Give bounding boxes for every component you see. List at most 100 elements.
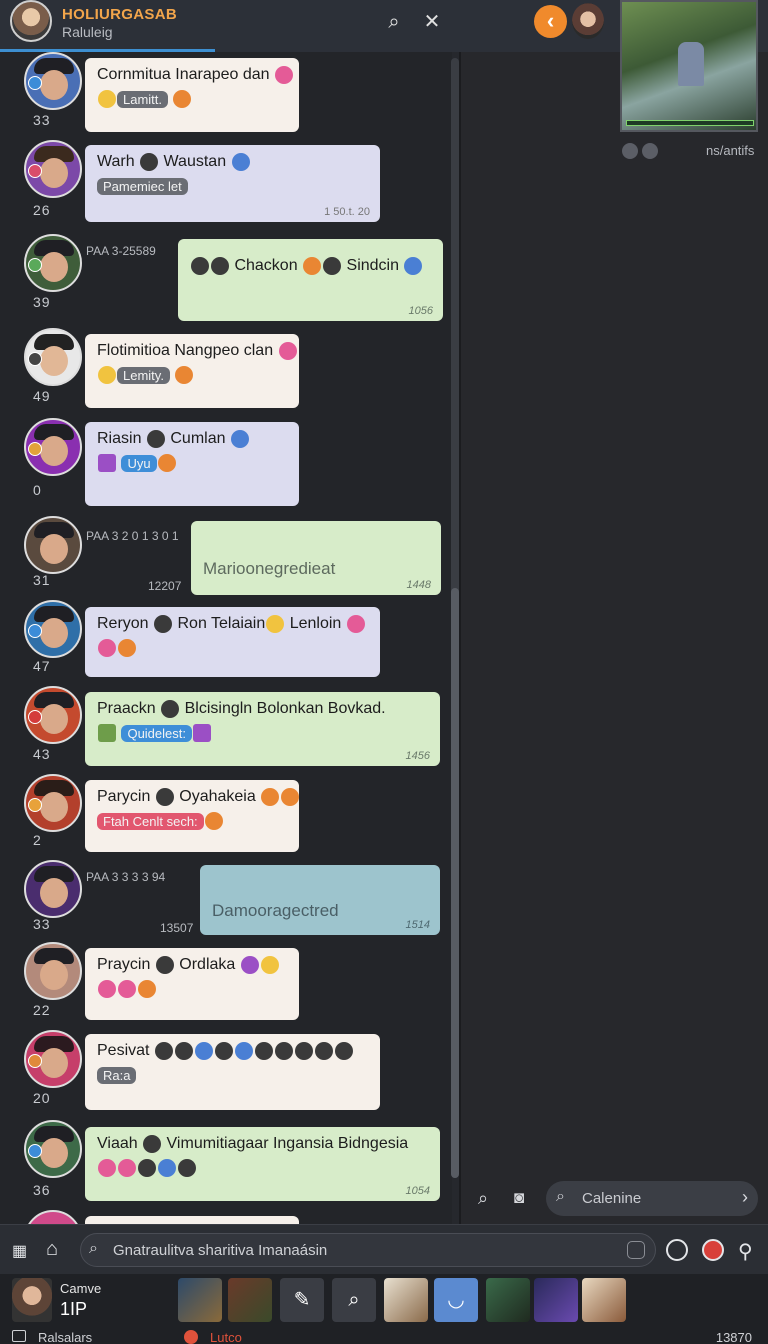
app-thumbnail[interactable] bbox=[228, 1278, 272, 1322]
message-bubble[interactable]: Parycin Oyahakeia Ftah Cenlt sech: bbox=[85, 780, 300, 852]
sender-avatar[interactable] bbox=[24, 600, 82, 658]
pen-icon[interactable]: ✎ bbox=[280, 1278, 324, 1322]
emoji-icon bbox=[118, 980, 136, 999]
message-bubble[interactable]: Cornmitua Inarapeo dan Lamitt. bbox=[85, 58, 299, 132]
emoji-icon bbox=[303, 257, 322, 275]
emoji-icon bbox=[98, 639, 116, 658]
emoji-icon bbox=[234, 1042, 253, 1060]
home-icon[interactable]: ⌂ bbox=[46, 1238, 58, 1261]
message-search-input[interactable]: ⌕ Gnatraulitva sharitiva Imanaásin bbox=[80, 1233, 656, 1267]
message-text: Vimumitiagaar Ingansia Bidngesia bbox=[166, 1135, 409, 1153]
close-icon[interactable]: ✕ bbox=[420, 10, 444, 34]
emoji-icon bbox=[334, 1042, 353, 1060]
back-button[interactable]: ‹ bbox=[534, 5, 567, 38]
chat-message-list[interactable]: 33 Cornmitua Inarapeo dan Lamitt. 26 War… bbox=[0, 52, 452, 1224]
message-text: Praycin bbox=[97, 956, 151, 974]
emoji-icon bbox=[154, 1042, 173, 1060]
sender-avatar[interactable] bbox=[24, 418, 82, 476]
emoji-icon bbox=[260, 956, 279, 974]
user-avatar[interactable] bbox=[572, 3, 604, 39]
sender-avatar[interactable] bbox=[24, 1120, 82, 1178]
video-controls[interactable] bbox=[622, 143, 662, 161]
message-tag: Lamitt. bbox=[117, 90, 169, 108]
search-icon[interactable]: ⌕ bbox=[478, 1188, 500, 1210]
sender-level: 22 bbox=[33, 1002, 51, 1018]
message-bubble[interactable]: Damooragectred 1514 bbox=[200, 865, 440, 935]
sender-level: 47 bbox=[33, 658, 51, 674]
panel-search-field[interactable]: ⌕ Calenine › bbox=[546, 1181, 758, 1216]
search-icon[interactable]: ⌕ bbox=[382, 10, 406, 34]
app-thumbnail[interactable] bbox=[486, 1278, 530, 1322]
sender-avatar[interactable] bbox=[24, 234, 82, 292]
right-panel bbox=[461, 52, 768, 1224]
sender-avatar[interactable] bbox=[24, 516, 82, 574]
emoji-icon bbox=[98, 980, 116, 999]
sender-avatar[interactable] bbox=[24, 860, 82, 918]
video-preview[interactable] bbox=[620, 0, 758, 132]
app-thumbnail[interactable] bbox=[178, 1278, 222, 1322]
record-icon[interactable] bbox=[702, 1239, 724, 1261]
channel-avatar[interactable] bbox=[10, 0, 52, 42]
sender-avatar[interactable] bbox=[24, 1210, 82, 1224]
emoji-picker-icon[interactable] bbox=[627, 1241, 645, 1259]
sender-avatar[interactable] bbox=[24, 1030, 82, 1088]
search-icon[interactable]: ⌕ bbox=[332, 1278, 376, 1322]
message-bubble[interactable]: Flotimitioa Nangpeo clan Lemity. bbox=[85, 334, 299, 408]
message-tag: Ftah Cenlt sech: bbox=[97, 812, 204, 830]
taskbar-user-count: 1IP bbox=[60, 1299, 88, 1319]
sender-avatar[interactable] bbox=[24, 686, 82, 744]
message-bubble[interactable]: Pesivat Ra:a bbox=[85, 1034, 380, 1110]
message-bubble[interactable]: Praycin Ordlaka bbox=[85, 948, 299, 1020]
message-text: Pesivat bbox=[97, 1042, 150, 1060]
chat-scrollbar[interactable] bbox=[451, 58, 459, 1178]
emoji-icon bbox=[158, 1159, 176, 1178]
clock: 13870 bbox=[715, 1330, 752, 1344]
chevron-right-icon[interactable]: › bbox=[742, 1187, 748, 1208]
taskbar-user-avatar[interactable] bbox=[12, 1278, 52, 1322]
sender-level: 31 bbox=[33, 572, 51, 588]
emoji-icon bbox=[211, 257, 229, 275]
sender-level: 36 bbox=[33, 1182, 51, 1198]
message-bubble[interactable]: Chackon Sindcin 1056 bbox=[178, 239, 443, 321]
emoji-icon bbox=[314, 1042, 333, 1060]
sender-level: 33 bbox=[33, 112, 51, 128]
app-thumbnail[interactable] bbox=[384, 1278, 428, 1322]
message-bubble[interactable]: Reryon Ron Telaiain Lenloin bbox=[85, 607, 380, 677]
avatar-icon[interactable] bbox=[622, 143, 638, 159]
sender-level: 39 bbox=[33, 294, 51, 310]
app-thumbnail[interactable] bbox=[582, 1278, 626, 1322]
emoji-icon bbox=[174, 1042, 193, 1060]
message-tag: Pamemiec let bbox=[97, 177, 188, 195]
scrollbar-thumb[interactable] bbox=[451, 588, 459, 1178]
sender-avatar[interactable] bbox=[24, 52, 82, 110]
wifi-icon[interactable]: ◡ bbox=[434, 1278, 478, 1322]
message-text: Chackon bbox=[234, 257, 298, 275]
sender-avatar[interactable] bbox=[24, 942, 82, 1000]
app-thumbnail[interactable] bbox=[534, 1278, 578, 1322]
pin-icon[interactable]: ⚲ bbox=[738, 1239, 760, 1263]
notification-icon[interactable] bbox=[184, 1330, 198, 1344]
emoji-icon bbox=[173, 90, 192, 109]
settings-icon[interactable] bbox=[642, 143, 658, 159]
sender-avatar[interactable] bbox=[24, 328, 82, 386]
grid-icon[interactable]: ▦ bbox=[12, 1241, 27, 1261]
message-bubble[interactable]: Riasin Cumlan Uyu bbox=[85, 422, 299, 506]
refresh-icon[interactable] bbox=[666, 1239, 688, 1261]
message-bubble[interactable]: Praackn Blcisingln Bolonkan Bovkad. Quid… bbox=[85, 692, 440, 766]
sender-avatar[interactable] bbox=[24, 774, 82, 832]
message-text: Marioonegredieat bbox=[203, 559, 336, 578]
sender-avatar[interactable] bbox=[24, 140, 82, 198]
emoji-icon bbox=[157, 454, 176, 473]
emoji-icon bbox=[98, 454, 116, 473]
emoji-icon bbox=[154, 615, 173, 633]
emoji-icon bbox=[155, 788, 174, 806]
message-text: Reryon bbox=[97, 615, 149, 633]
sender-level: 49 bbox=[33, 388, 51, 404]
notification-label: Lutco bbox=[210, 1330, 242, 1344]
message-date: PAA 3 2 0 1 3 0 1 bbox=[86, 529, 179, 543]
message-bubble[interactable]: Warh Waustan Pamemiec let 1 50.t. 20 bbox=[85, 145, 380, 222]
message-bubble[interactable]: Viaah Vimumitiagaar Ingansia Bidngesia 1… bbox=[85, 1127, 440, 1201]
message-bubble[interactable]: Marioonegredieat 1448 bbox=[191, 521, 441, 595]
message-bubble[interactable] bbox=[85, 1216, 299, 1224]
camera-icon[interactable]: ◙ bbox=[514, 1188, 536, 1210]
